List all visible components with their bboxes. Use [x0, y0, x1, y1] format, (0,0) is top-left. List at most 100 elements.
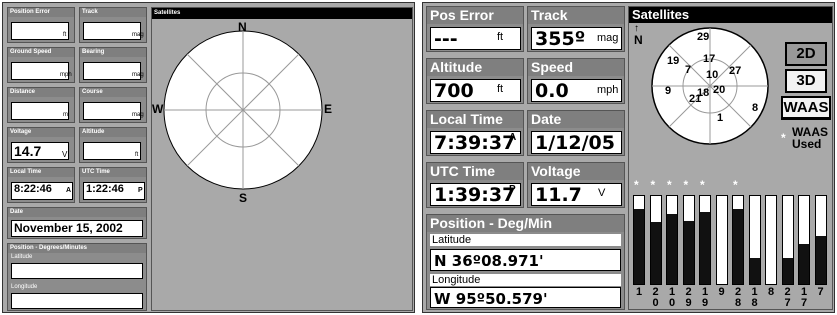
position-box[interactable]: Position - Degrees/Minutes Latitude Long… [7, 243, 147, 311]
speed-box[interactable]: Speed 0.0 mph [527, 58, 625, 104]
signal-bar-fill [799, 244, 809, 284]
ground-speed-unit: mph [60, 72, 72, 78]
pos-error-value: --- [430, 27, 521, 50]
voltage-value: 14.7 [11, 142, 69, 160]
signal-bar [814, 195, 827, 285]
speed-unit: mph [597, 84, 619, 96]
position-label: Position - Deg/Min [427, 215, 624, 232]
local-time-box[interactable]: Local Time 7:39:37 A [426, 110, 524, 156]
pos-error-box[interactable]: Position Error ft [7, 7, 75, 43]
altitude-value [83, 142, 141, 160]
waas-used-label: WAAS Used [792, 125, 828, 151]
latitude-value: N 36º08.971' [430, 249, 621, 271]
signal-bar [649, 195, 662, 285]
position-box[interactable]: Position - Deg/Min Latitude N 36º08.971'… [426, 214, 625, 310]
mode-3d-button[interactable]: 3D [785, 69, 827, 93]
signal-bar-label: 9 [718, 286, 725, 298]
speed-label: Speed [528, 59, 624, 76]
longitude-label: Longitude [430, 274, 621, 286]
altitude-unit: ft [497, 83, 504, 95]
signal-star-icon: * [683, 178, 689, 192]
date-box[interactable]: Date 1/12/05 [527, 110, 625, 156]
track-box[interactable]: Track mag [79, 7, 147, 43]
signal-star-icon: * [634, 178, 639, 192]
course-label: Course [80, 88, 146, 97]
sky-sat: 21 [689, 93, 702, 105]
signal-bar-fill [634, 209, 644, 284]
date-value: 1/12/05 [531, 131, 622, 154]
latitude-label: Latitude [430, 234, 621, 246]
local-time-box[interactable]: Local Time 8:22:46 A [7, 167, 75, 203]
longitude-value [11, 293, 143, 309]
altitude-label: Altitude [427, 59, 523, 76]
signal-bar-label: 27 [784, 286, 791, 309]
signal-bar [748, 195, 761, 285]
signal-bar-fill [667, 214, 677, 284]
altitude-box[interactable]: Altitude ft [79, 127, 147, 163]
altitude-box[interactable]: Altitude 700 ft [426, 58, 524, 104]
satellites-title: Satellites [629, 7, 832, 23]
bearing-box[interactable]: Bearing mag [79, 47, 147, 83]
sky-sat: 7 [685, 64, 692, 76]
sky-sat: 29 [697, 31, 710, 43]
track-label: Track [80, 8, 146, 17]
right-gps-screen: Pos Error --- ft Track 355º mag Altitude… [422, 2, 835, 313]
signal-bar-label: 20 [652, 286, 659, 309]
signal-bar-fill [815, 236, 826, 284]
compass-s: S [239, 191, 248, 205]
pos-error-box[interactable]: Pos Error --- ft [426, 6, 524, 52]
signal-star-icon: * [650, 178, 656, 192]
course-box[interactable]: Course mag [79, 87, 147, 123]
voltage-label: Voltage [528, 163, 624, 180]
signal-bar-label: 1 [635, 286, 643, 298]
signal-bar-label: 18 [751, 286, 758, 309]
sky-sat: 8 [752, 102, 759, 114]
signal-bar [781, 195, 794, 285]
signal-bar [732, 195, 744, 285]
pos-error-label: Pos Error [427, 7, 523, 24]
signal-bar-fill [733, 209, 743, 284]
compass-w: W [152, 102, 164, 116]
utc-time-label: UTC Time [80, 168, 146, 177]
altitude-label: Altitude [80, 128, 146, 137]
ground-speed-box[interactable]: Ground Speed mph [7, 47, 75, 83]
utc-time-ampm: P [138, 187, 143, 194]
signal-bar [682, 195, 695, 285]
satellites-panel: Satellites ↑ N 29 19 7 17 10 27 9 18 20 … [628, 6, 833, 310]
signal-bar [666, 195, 678, 285]
signal-star-icon: * [733, 178, 738, 192]
compass-e: E [324, 102, 333, 116]
date-label: Date [528, 111, 624, 128]
mode-2d-button[interactable]: 2D [785, 42, 827, 66]
local-time-ampm: A [66, 187, 72, 194]
left-gps-screen: Position Error ft Track mag Ground Speed… [2, 2, 415, 313]
altitude-value: 700 [430, 79, 521, 102]
track-box[interactable]: Track 355º mag [527, 6, 625, 52]
waas-star-icon: * [781, 131, 786, 145]
signal-bar-fill [650, 222, 661, 284]
latitude-label: Latitude [11, 254, 33, 260]
bearing-label: Bearing [80, 48, 146, 57]
voltage-unit: V [598, 187, 606, 199]
utc-time-value: 1:22:46 [83, 182, 145, 200]
voltage-box[interactable]: Voltage 11.7 V [527, 162, 625, 208]
north-label: N [634, 33, 643, 47]
distance-box[interactable]: Distance mi [7, 87, 75, 123]
signal-star-icon: * [667, 178, 672, 192]
utc-time-box[interactable]: UTC Time 1:39:37 P [426, 162, 524, 208]
signal-bar [798, 195, 810, 285]
local-time-ampm: A [509, 132, 517, 143]
altitude-unit: ft [135, 152, 139, 158]
track-label: Track [528, 7, 624, 24]
sky-plot [163, 30, 323, 190]
utc-time-box[interactable]: UTC Time 1:22:46 P [79, 167, 147, 203]
longitude-value: W 95º50.579' [430, 287, 621, 308]
signal-bar [715, 195, 728, 285]
pos-error-unit: ft [497, 31, 504, 43]
date-box[interactable]: Date November 15, 2002 [7, 207, 147, 239]
pos-error-value [11, 22, 69, 40]
sky-sat: 20 [713, 84, 726, 96]
voltage-box[interactable]: Voltage 14.7 V [7, 127, 75, 163]
waas-button[interactable]: WAAS [781, 96, 831, 120]
date-label: Date [8, 208, 146, 217]
